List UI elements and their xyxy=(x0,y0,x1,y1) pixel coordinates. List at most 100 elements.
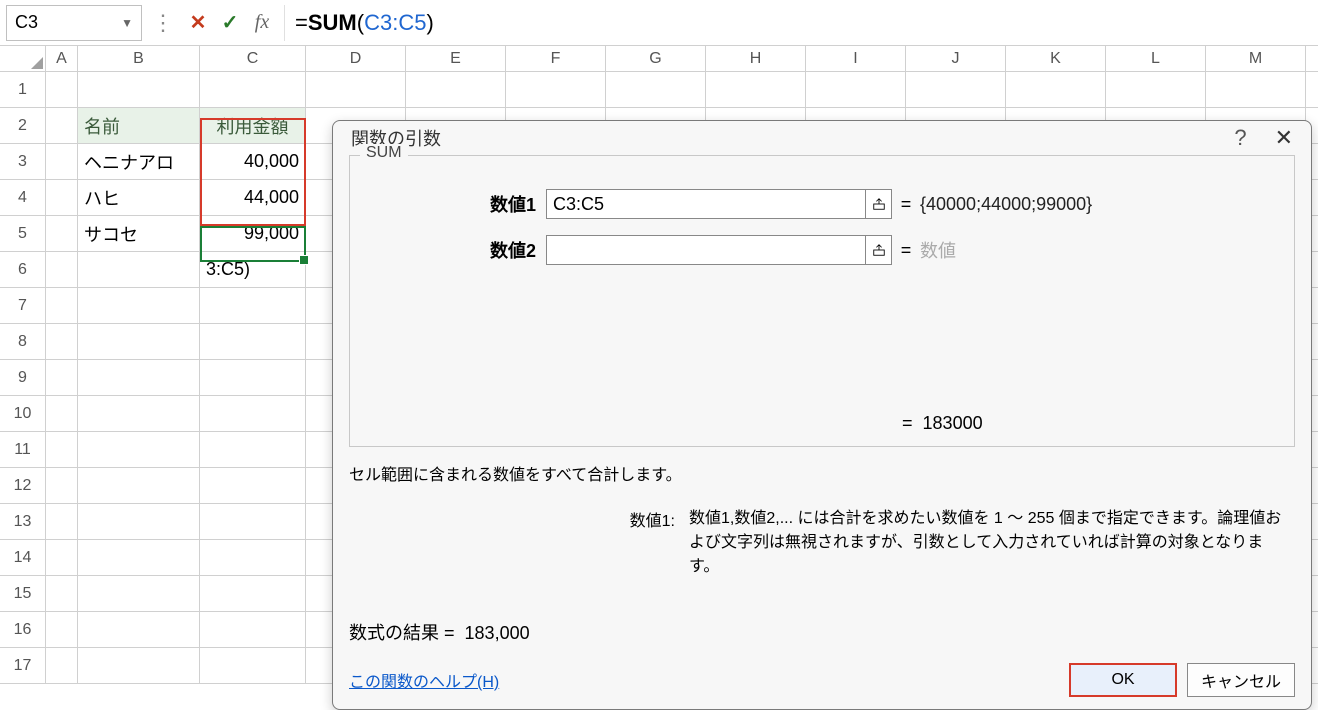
cell-C1[interactable] xyxy=(200,72,306,107)
dialog-titlebar[interactable]: 関数の引数 ? ✕ xyxy=(333,121,1311,155)
col-header-B[interactable]: B xyxy=(78,46,200,71)
row-header-2[interactable]: 2 xyxy=(0,108,46,143)
arg1-input[interactable]: C3:C5 xyxy=(546,189,866,219)
cancel-formula-button[interactable]: ✕ xyxy=(184,9,212,37)
cell-C3[interactable]: 40,000 xyxy=(200,144,306,179)
cell-C7[interactable] xyxy=(200,288,306,323)
row-header-8[interactable]: 8 xyxy=(0,324,46,359)
row-header-5[interactable]: 5 xyxy=(0,216,46,251)
row-header-10[interactable]: 10 xyxy=(0,396,46,431)
help-icon[interactable]: ? xyxy=(1234,125,1246,151)
cell-B4[interactable]: ハヒ xyxy=(78,180,200,215)
cell-B9[interactable] xyxy=(78,360,200,395)
arg2-input[interactable] xyxy=(546,235,866,265)
cell-C8[interactable] xyxy=(200,324,306,359)
fx-button[interactable]: fx xyxy=(248,9,276,37)
row-header-6[interactable]: 6 xyxy=(0,252,46,287)
cell-C9[interactable] xyxy=(200,360,306,395)
row-header-7[interactable]: 7 xyxy=(0,288,46,323)
select-all-corner[interactable] xyxy=(0,46,46,71)
col-header-H[interactable]: H xyxy=(706,46,806,71)
row-header-16[interactable]: 16 xyxy=(0,612,46,647)
col-header-A[interactable]: A xyxy=(46,46,78,71)
cell-A12[interactable] xyxy=(46,468,78,503)
cell-B6[interactable] xyxy=(78,252,200,287)
col-header-M[interactable]: M xyxy=(1206,46,1306,71)
cell-B14[interactable] xyxy=(78,540,200,575)
cell-M1[interactable] xyxy=(1206,72,1306,107)
col-header-I[interactable]: I xyxy=(806,46,906,71)
arg1-range-picker-icon[interactable] xyxy=(866,189,892,219)
cell-C11[interactable] xyxy=(200,432,306,467)
cancel-button[interactable]: キャンセル xyxy=(1187,663,1295,697)
row-header-11[interactable]: 11 xyxy=(0,432,46,467)
row-header-15[interactable]: 15 xyxy=(0,576,46,611)
name-box[interactable]: C3 ▼ xyxy=(6,5,142,41)
formula-input[interactable]: =SUM(C3:C5) xyxy=(284,5,1318,41)
cell-B3[interactable]: ヘニナアロ xyxy=(78,144,200,179)
cell-A15[interactable] xyxy=(46,576,78,611)
accept-formula-button[interactable]: ✓ xyxy=(216,9,244,37)
row-header-13[interactable]: 13 xyxy=(0,504,46,539)
cell-A17[interactable] xyxy=(46,648,78,683)
cell-A10[interactable] xyxy=(46,396,78,431)
cell-F1[interactable] xyxy=(506,72,606,107)
cell-B10[interactable] xyxy=(78,396,200,431)
cell-A9[interactable] xyxy=(46,360,78,395)
cell-B8[interactable] xyxy=(78,324,200,359)
cell-C17[interactable] xyxy=(200,648,306,683)
cell-C6[interactable]: 3:C5) xyxy=(200,252,306,287)
cell-L1[interactable] xyxy=(1106,72,1206,107)
cell-A7[interactable] xyxy=(46,288,78,323)
function-arguments-dialog[interactable]: 関数の引数 ? ✕ SUM 数値1 C3:C5 = {40000;44000;9… xyxy=(332,120,1312,710)
help-link[interactable]: この関数のヘルプ(H) xyxy=(349,668,499,692)
cell-A14[interactable] xyxy=(46,540,78,575)
cell-B2[interactable]: 名前 xyxy=(78,108,200,143)
row-header-4[interactable]: 4 xyxy=(0,180,46,215)
cell-E1[interactable] xyxy=(406,72,506,107)
cell-A4[interactable] xyxy=(46,180,78,215)
cell-B12[interactable] xyxy=(78,468,200,503)
cell-B5[interactable]: サコセ xyxy=(78,216,200,251)
cell-A6[interactable] xyxy=(46,252,78,287)
cell-H1[interactable] xyxy=(706,72,806,107)
row-header-9[interactable]: 9 xyxy=(0,360,46,395)
col-header-G[interactable]: G xyxy=(606,46,706,71)
cell-A1[interactable] xyxy=(46,72,78,107)
col-header-L[interactable]: L xyxy=(1106,46,1206,71)
row-header-12[interactable]: 12 xyxy=(0,468,46,503)
cell-C10[interactable] xyxy=(200,396,306,431)
cell-J1[interactable] xyxy=(906,72,1006,107)
col-header-K[interactable]: K xyxy=(1006,46,1106,71)
row-header-3[interactable]: 3 xyxy=(0,144,46,179)
cell-C14[interactable] xyxy=(200,540,306,575)
col-header-D[interactable]: D xyxy=(306,46,406,71)
chevron-down-icon[interactable]: ▼ xyxy=(121,16,133,30)
cell-B13[interactable] xyxy=(78,504,200,539)
cell-B7[interactable] xyxy=(78,288,200,323)
cell-B15[interactable] xyxy=(78,576,200,611)
cell-C2[interactable]: 利用金額 xyxy=(200,108,306,143)
cell-A2[interactable] xyxy=(46,108,78,143)
col-header-C[interactable]: C xyxy=(200,46,306,71)
row-header-14[interactable]: 14 xyxy=(0,540,46,575)
cell-C13[interactable] xyxy=(200,504,306,539)
cell-C16[interactable] xyxy=(200,612,306,647)
cell-G1[interactable] xyxy=(606,72,706,107)
cell-B11[interactable] xyxy=(78,432,200,467)
cell-C5[interactable]: 99,000 xyxy=(200,216,306,251)
cell-C15[interactable] xyxy=(200,576,306,611)
cell-K1[interactable] xyxy=(1006,72,1106,107)
cell-B17[interactable] xyxy=(78,648,200,683)
cell-A5[interactable] xyxy=(46,216,78,251)
cell-B16[interactable] xyxy=(78,612,200,647)
arg2-range-picker-icon[interactable] xyxy=(866,235,892,265)
cell-I1[interactable] xyxy=(806,72,906,107)
ok-button[interactable]: OK xyxy=(1069,663,1177,697)
cell-A3[interactable] xyxy=(46,144,78,179)
col-header-F[interactable]: F xyxy=(506,46,606,71)
cell-A16[interactable] xyxy=(46,612,78,647)
cell-A11[interactable] xyxy=(46,432,78,467)
cell-D1[interactable] xyxy=(306,72,406,107)
cell-C4[interactable]: 44,000 xyxy=(200,180,306,215)
